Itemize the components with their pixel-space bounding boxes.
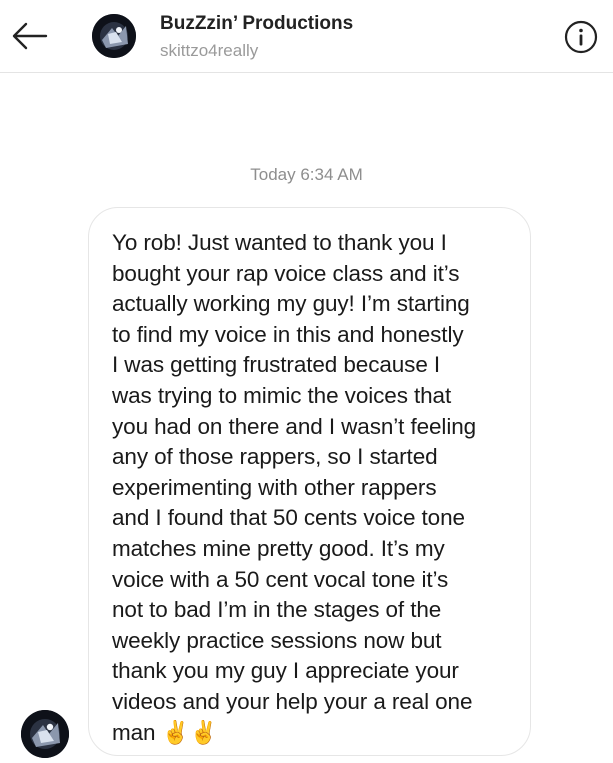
info-icon xyxy=(564,20,598,54)
avatar[interactable] xyxy=(92,14,136,58)
info-button[interactable] xyxy=(564,20,598,54)
message-timestamp: Today 6:34 AM xyxy=(250,165,363,184)
avatar-image xyxy=(92,14,136,58)
conversation-header: BuzZzin’ Productions skittzo4really xyxy=(0,0,613,73)
message-text: Yo rob! Just wanted to thank you I bough… xyxy=(112,230,477,745)
avatar-image xyxy=(21,710,69,758)
message-bubble[interactable]: Yo rob! Just wanted to thank you I bough… xyxy=(88,207,531,756)
arrow-left-icon xyxy=(12,22,48,50)
contact-username: skittzo4really xyxy=(160,41,259,60)
sender-avatar[interactable] xyxy=(21,710,69,758)
back-button[interactable] xyxy=(10,18,50,54)
contact-name[interactable]: BuzZzin’ Productions xyxy=(160,13,353,35)
